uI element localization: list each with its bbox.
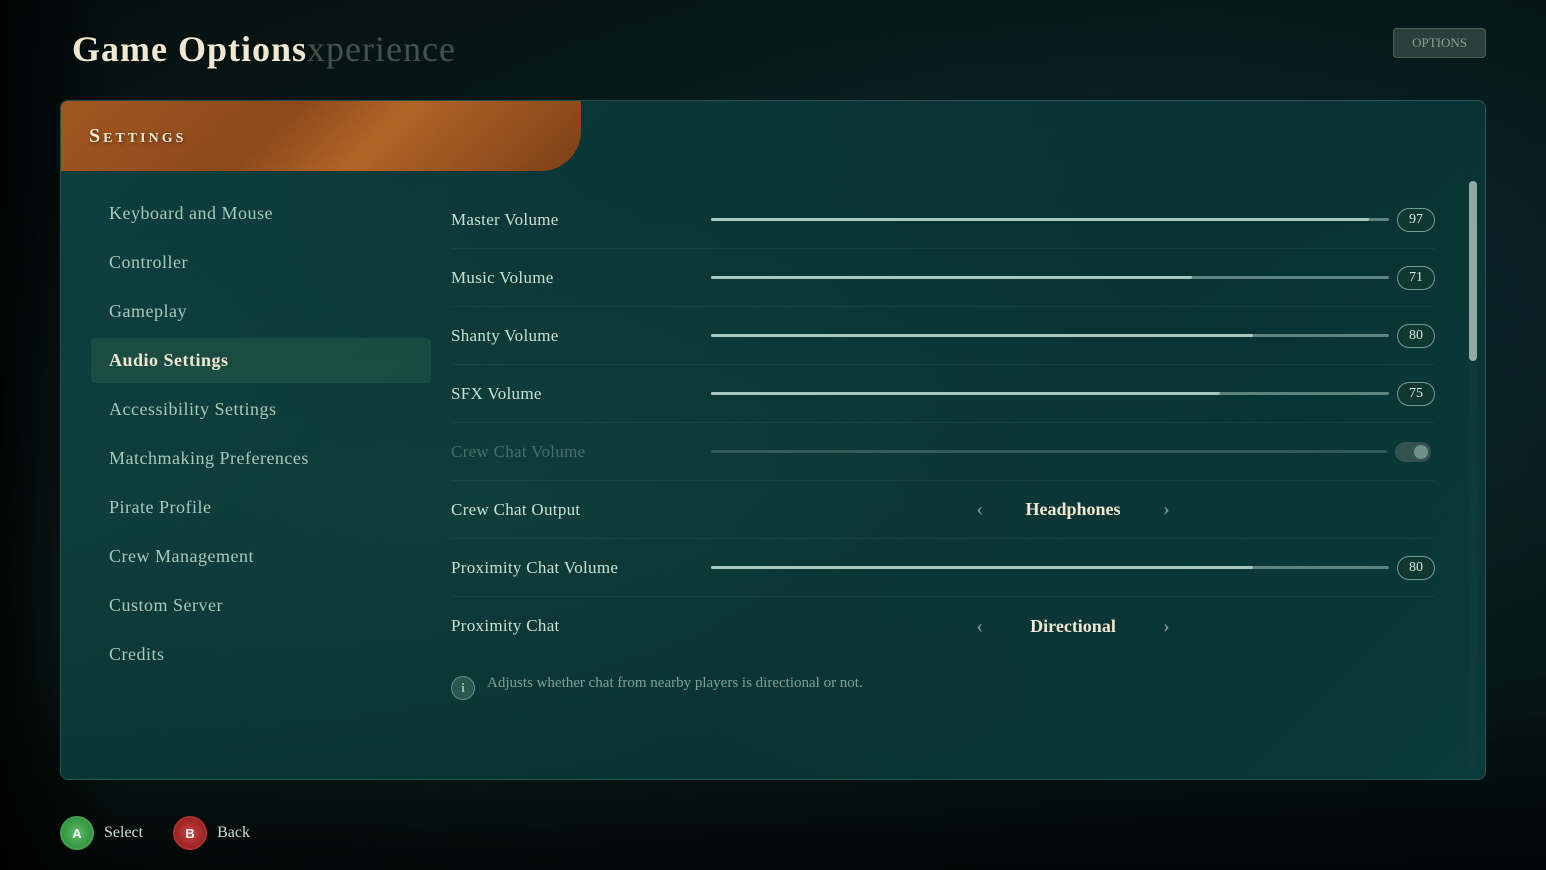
info-row: i Adjusts whether chat from nearby playe… <box>451 655 1465 710</box>
crew-chat-toggle-thumb <box>1414 445 1428 459</box>
nav-panel: Keyboard and Mouse Controller Gameplay A… <box>61 171 431 779</box>
page-title-area: Game Options xperience <box>72 28 456 70</box>
sidebar-item-keyboard-mouse[interactable]: Keyboard and Mouse <box>91 191 431 236</box>
slider-value-sfx-volume: 75 <box>1397 382 1435 406</box>
sidebar-item-audio-settings[interactable]: Audio Settings <box>91 338 431 383</box>
main-panel: Settings Keyboard and Mouse Controller G… <box>60 100 1486 780</box>
slider-music-volume[interactable]: 71 <box>711 266 1435 290</box>
crew-chat-toggle <box>1395 442 1431 462</box>
slider-track-music-volume <box>711 276 1389 279</box>
setting-row-proximity-chat-volume: Proximity Chat Volume 80 <box>451 539 1435 597</box>
back-button-label: Back <box>217 824 250 842</box>
settings-tab-label: Settings <box>89 125 186 148</box>
arrow-left-proximity-chat[interactable]: ‹ <box>976 615 983 638</box>
slider-track-proximity-chat-volume <box>711 566 1389 569</box>
setting-control-shanty-volume[interactable]: 80 <box>711 324 1435 348</box>
arrow-right-crew-chat-output[interactable]: › <box>1163 498 1170 521</box>
select-button-letter: A <box>72 826 81 841</box>
slider-sfx-volume[interactable]: 75 <box>711 382 1435 406</box>
sidebar-item-crew-management[interactable]: Crew Management <box>91 534 431 579</box>
setting-label-proximity-chat: Proximity Chat <box>451 616 711 636</box>
info-text: Adjusts whether chat from nearby players… <box>487 675 863 692</box>
bottom-bar: A Select B Back <box>60 816 250 850</box>
arrow-left-crew-chat-output[interactable]: ‹ <box>976 498 983 521</box>
slider-track-master-volume <box>711 218 1389 221</box>
select-button-icon: A <box>60 816 94 850</box>
slider-value-shanty-volume: 80 <box>1397 324 1435 348</box>
settings-list: Master Volume 97 Music Volume <box>451 191 1465 655</box>
options-button[interactable]: OPTIONS <box>1393 28 1486 58</box>
slider-fill-crew-chat-volume <box>711 450 1387 453</box>
slider-crew-chat-volume <box>711 442 1435 462</box>
sidebar-item-gameplay[interactable]: Gameplay <box>91 289 431 334</box>
slider-fill-proximity-chat-volume <box>711 566 1253 569</box>
setting-label-sfx-volume: SFX Volume <box>451 384 711 404</box>
setting-label-crew-chat-volume: Crew Chat Volume <box>451 442 711 462</box>
sidebar-item-credits[interactable]: Credits <box>91 632 431 677</box>
setting-row-crew-chat-volume: Crew Chat Volume <box>451 423 1435 481</box>
slider-track-sfx-volume <box>711 392 1389 395</box>
arrow-right-proximity-chat[interactable]: › <box>1163 615 1170 638</box>
value-proximity-chat: Directional <box>1003 616 1143 637</box>
scrollbar[interactable] <box>1469 181 1477 769</box>
setting-row-proximity-chat: Proximity Chat ‹ Directional › <box>451 597 1435 655</box>
value-crew-chat-output: Headphones <box>1003 499 1143 520</box>
back-control: B Back <box>173 816 250 850</box>
setting-control-music-volume[interactable]: 71 <box>711 266 1435 290</box>
setting-control-sfx-volume[interactable]: 75 <box>711 382 1435 406</box>
setting-row-music-volume: Music Volume 71 <box>451 249 1435 307</box>
page-title: Game Options <box>72 28 307 70</box>
slider-value-music-volume: 71 <box>1397 266 1435 290</box>
sidebar-item-matchmaking-preferences[interactable]: Matchmaking Preferences <box>91 436 431 481</box>
slider-fill-sfx-volume <box>711 392 1220 395</box>
back-button-letter: B <box>185 826 194 841</box>
setting-label-master-volume: Master Volume <box>451 210 711 230</box>
select-control: A Select <box>60 816 143 850</box>
setting-row-shanty-volume: Shanty Volume 80 <box>451 307 1435 365</box>
content-area: Keyboard and Mouse Controller Gameplay A… <box>61 171 1485 779</box>
selector-crew-chat-output[interactable]: ‹ Headphones › <box>711 498 1435 521</box>
setting-row-master-volume: Master Volume 97 <box>451 191 1435 249</box>
right-panel: Master Volume 97 Music Volume <box>431 171 1485 779</box>
sidebar-item-custom-server[interactable]: Custom Server <box>91 583 431 628</box>
slider-fill-music-volume <box>711 276 1192 279</box>
setting-row-sfx-volume: SFX Volume 75 <box>451 365 1435 423</box>
setting-control-crew-chat-output[interactable]: ‹ Headphones › <box>711 498 1435 521</box>
back-button-icon: B <box>173 816 207 850</box>
slider-value-master-volume: 97 <box>1397 208 1435 232</box>
slider-proximity-chat-volume[interactable]: 80 <box>711 556 1435 580</box>
info-icon: i <box>451 676 475 700</box>
scrollbar-thumb[interactable] <box>1469 181 1477 361</box>
selector-proximity-chat[interactable]: ‹ Directional › <box>711 615 1435 638</box>
sidebar-item-pirate-profile[interactable]: Pirate Profile <box>91 485 431 530</box>
settings-tab: Settings <box>61 101 581 171</box>
sidebar-item-controller[interactable]: Controller <box>91 240 431 285</box>
setting-control-crew-chat-volume <box>711 442 1435 462</box>
slider-fill-shanty-volume <box>711 334 1253 337</box>
slider-fill-master-volume <box>711 218 1369 221</box>
slider-shanty-volume[interactable]: 80 <box>711 324 1435 348</box>
setting-label-music-volume: Music Volume <box>451 268 711 288</box>
setting-control-master-volume[interactable]: 97 <box>711 208 1435 232</box>
setting-label-crew-chat-output: Crew Chat Output <box>451 500 711 520</box>
slider-master-volume[interactable]: 97 <box>711 208 1435 232</box>
setting-label-proximity-chat-volume: Proximity Chat Volume <box>451 558 711 578</box>
slider-value-proximity-chat-volume: 80 <box>1397 556 1435 580</box>
select-button-label: Select <box>104 824 143 842</box>
slider-track-shanty-volume <box>711 334 1389 337</box>
setting-label-shanty-volume: Shanty Volume <box>451 326 711 346</box>
sidebar-item-accessibility-settings[interactable]: Accessibility Settings <box>91 387 431 432</box>
slider-track-crew-chat-volume <box>711 450 1387 453</box>
setting-row-crew-chat-output: Crew Chat Output ‹ Headphones › <box>451 481 1435 539</box>
page-title-sub: xperience <box>307 28 456 70</box>
setting-control-proximity-chat-volume[interactable]: 80 <box>711 556 1435 580</box>
setting-control-proximity-chat[interactable]: ‹ Directional › <box>711 615 1435 638</box>
